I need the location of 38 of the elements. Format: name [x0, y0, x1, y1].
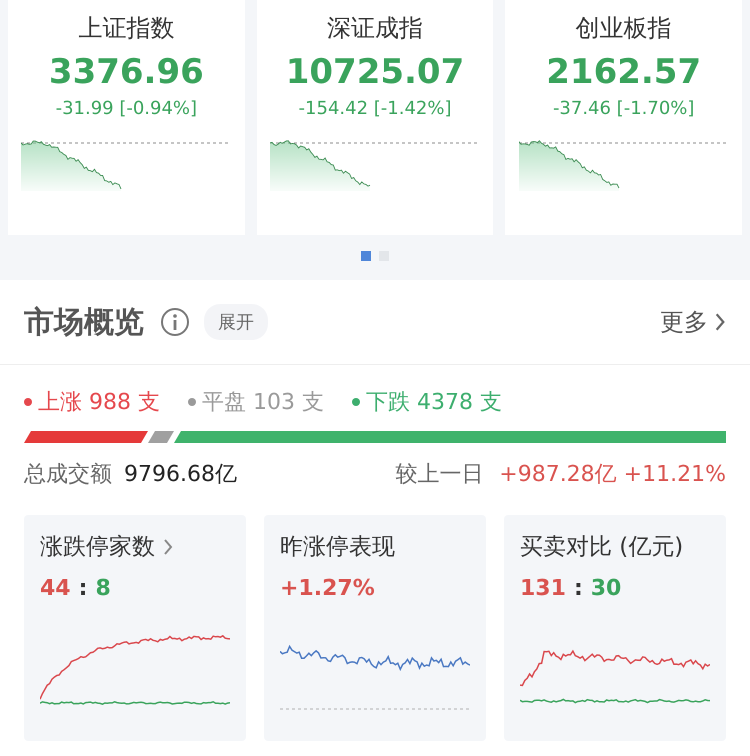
- turnover-value: 9796.68亿: [124, 461, 237, 489]
- card-title: 涨跌停家数: [40, 533, 155, 562]
- card-figure: 8: [95, 576, 111, 601]
- card-figure: 131: [520, 576, 566, 601]
- chevron-icon: [714, 312, 726, 332]
- index-change: -31.99 [-0.94%]: [56, 98, 198, 119]
- card-title: 昨涨停表现: [280, 533, 395, 562]
- compare-label: 较上一日: [395, 461, 484, 489]
- info-icon[interactable]: [160, 307, 190, 337]
- turnover-label: 总成交额: [24, 461, 112, 489]
- index-card[interactable]: 深证成指 10725.07 -154.42 [-1.42%]: [256, 0, 494, 235]
- index-card[interactable]: 上证指数 3376.96 -31.99 [-0.94%]: [8, 0, 245, 235]
- breadth-label: 平盘 103 支: [202, 389, 324, 417]
- stat-card[interactable]: 买卖对比 (亿元) 131 : 30: [504, 515, 726, 741]
- section-title: 市场概览: [24, 304, 144, 342]
- breadth-label: 下跌 4378 支: [366, 389, 502, 417]
- index-value: 10725.07: [286, 52, 464, 92]
- index-name: 创业板指: [576, 13, 672, 44]
- card-figure: 30: [590, 576, 622, 601]
- index-change: -154.42 [-1.42%]: [298, 98, 452, 119]
- more-link[interactable]: 更多: [660, 306, 726, 338]
- index-value: 2162.57: [546, 52, 702, 92]
- index-name: 深证成指: [327, 13, 423, 44]
- compare-value: +987.28亿 +11.21%: [499, 461, 726, 489]
- breadth-label: 上涨 988 支: [38, 389, 160, 417]
- card-figure: :: [574, 576, 583, 601]
- card-figure: 44: [40, 576, 71, 601]
- index-change: -37.46 [-1.70%]: [552, 98, 694, 119]
- card-figure: :: [78, 576, 88, 601]
- stat-card[interactable]: 昨涨停表现 +1.27%: [264, 515, 486, 741]
- index-value: 3376.96: [48, 52, 204, 92]
- index-card[interactable]: 创业板指 2162.57 -37.46 [-1.70%]: [505, 0, 742, 235]
- stat-card[interactable]: 涨跌停家数 44 : 8: [24, 515, 246, 741]
- page-indicator[interactable]: [361, 251, 371, 261]
- card-figure: +1.27%: [280, 576, 375, 601]
- index-name: 上证指数: [78, 13, 174, 44]
- expand-button[interactable]: 展开: [204, 304, 268, 340]
- card-title: 买卖对比 (亿元): [520, 533, 684, 562]
